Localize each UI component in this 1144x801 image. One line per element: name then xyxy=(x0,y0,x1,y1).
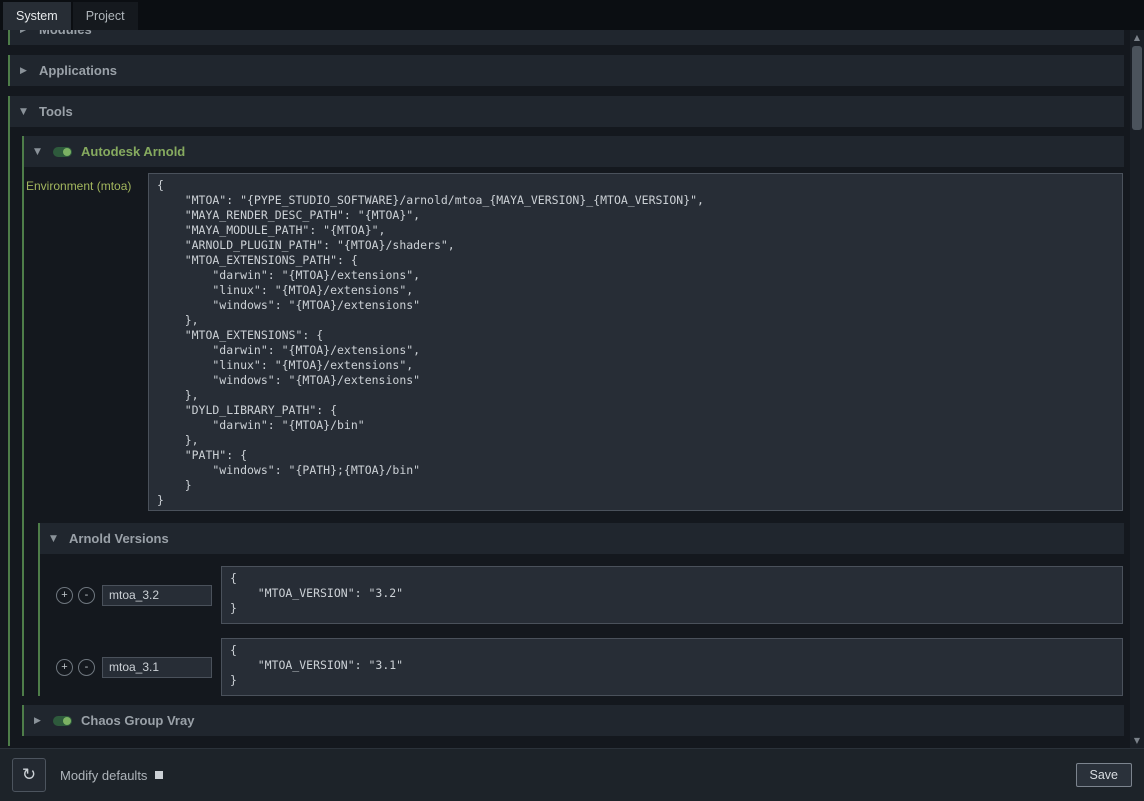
save-button[interactable]: Save xyxy=(1076,763,1133,787)
tab-project[interactable]: Project xyxy=(73,2,138,30)
scroll-up-icon[interactable]: ▲ xyxy=(1130,30,1144,45)
vertical-scrollbar[interactable]: ▲ ▼ xyxy=(1130,30,1144,748)
section-arnold-versions: ▼ Arnold Versions + - { "MTOA_VERSION": … xyxy=(38,523,1124,696)
section-modules: ▶ Modules xyxy=(8,30,1124,45)
section-title-applications: Applications xyxy=(39,63,117,78)
modify-defaults: Modify defaults xyxy=(60,768,163,783)
section-header-tools[interactable]: ▼ Tools xyxy=(10,96,1124,127)
settings-content: ▶ Modules ▶ Applications ▼ Tools xyxy=(0,30,1130,748)
add-version-button[interactable]: + xyxy=(56,587,73,604)
footer-bar: ↻ Modify defaults Save xyxy=(0,748,1144,801)
version-row: + - { "MTOA_VERSION": "3.2" } xyxy=(56,566,1124,624)
scrollbar-track[interactable] xyxy=(1130,45,1144,733)
chevron-right-icon: ▶ xyxy=(20,30,30,35)
main-area: ▶ Modules ▶ Applications ▼ Tools xyxy=(0,30,1144,748)
arnold-versions-body: + - { "MTOA_VERSION": "3.2" } + - xyxy=(40,566,1124,696)
modify-defaults-label: Modify defaults xyxy=(60,768,147,783)
section-title-arnold-versions: Arnold Versions xyxy=(69,531,169,546)
arnold-enabled-toggle-icon[interactable] xyxy=(53,147,72,157)
scroll-down-icon[interactable]: ▼ xyxy=(1130,733,1144,748)
section-title-modules: Modules xyxy=(39,30,92,37)
scrollbar-thumb[interactable] xyxy=(1132,46,1142,130)
section-header-modules[interactable]: ▶ Modules xyxy=(10,30,1124,45)
tab-system[interactable]: System xyxy=(3,2,71,30)
version-key-input[interactable] xyxy=(102,657,212,678)
section-chaos-group-vray: ▶ Chaos Group Vray xyxy=(22,705,1124,736)
chevron-down-icon: ▼ xyxy=(50,534,60,544)
chevron-down-icon: ▼ xyxy=(34,147,44,157)
tools-body: ▼ Autodesk Arnold Environment (mtoa) { "… xyxy=(10,136,1124,746)
section-tools: ▼ Tools ▼ Autodesk Arnold Environm xyxy=(8,96,1124,746)
section-autodesk-arnold: ▼ Autodesk Arnold Environment (mtoa) { "… xyxy=(22,136,1124,696)
chevron-down-icon: ▼ xyxy=(20,107,30,117)
remove-version-button[interactable]: - xyxy=(78,587,95,604)
version-json-editor[interactable]: { "MTOA_VERSION": "3.2" } xyxy=(221,566,1123,624)
remove-version-button[interactable]: - xyxy=(78,659,95,676)
chevron-right-icon: ▶ xyxy=(20,66,30,76)
section-header-arnold-versions[interactable]: ▼ Arnold Versions xyxy=(40,523,1124,554)
modify-defaults-checkbox[interactable] xyxy=(155,771,163,779)
add-version-button[interactable]: + xyxy=(56,659,73,676)
settings-window: System Project ▶ Modules ▶ Applications xyxy=(0,0,1144,801)
section-title-tools: Tools xyxy=(39,104,73,119)
section-header-chaos-group-vray[interactable]: ▶ Chaos Group Vray xyxy=(24,705,1124,736)
environment-label: Environment (mtoa) xyxy=(26,173,148,193)
section-header-autodesk-arnold[interactable]: ▼ Autodesk Arnold xyxy=(24,136,1124,167)
chevron-right-icon: ▶ xyxy=(34,716,44,726)
version-key-input[interactable] xyxy=(102,585,212,606)
section-applications: ▶ Applications xyxy=(8,55,1124,86)
environment-field-row: Environment (mtoa) { "MTOA": "{PYPE_STUD… xyxy=(26,173,1124,511)
arnold-body: Environment (mtoa) { "MTOA": "{PYPE_STUD… xyxy=(24,173,1124,696)
refresh-button[interactable]: ↻ xyxy=(12,758,46,792)
version-row: + - { "MTOA_VERSION": "3.1" } xyxy=(56,638,1124,696)
tab-bar: System Project xyxy=(0,0,1144,30)
vray-enabled-toggle-icon[interactable] xyxy=(53,716,72,726)
version-json-editor[interactable]: { "MTOA_VERSION": "3.1" } xyxy=(221,638,1123,696)
section-title-autodesk-arnold: Autodesk Arnold xyxy=(81,144,185,159)
environment-json-editor[interactable]: { "MTOA": "{PYPE_STUDIO_SOFTWARE}/arnold… xyxy=(148,173,1123,511)
section-title-chaos-group-vray: Chaos Group Vray xyxy=(81,713,194,728)
section-header-applications[interactable]: ▶ Applications xyxy=(10,55,1124,86)
refresh-icon: ↻ xyxy=(22,765,36,785)
